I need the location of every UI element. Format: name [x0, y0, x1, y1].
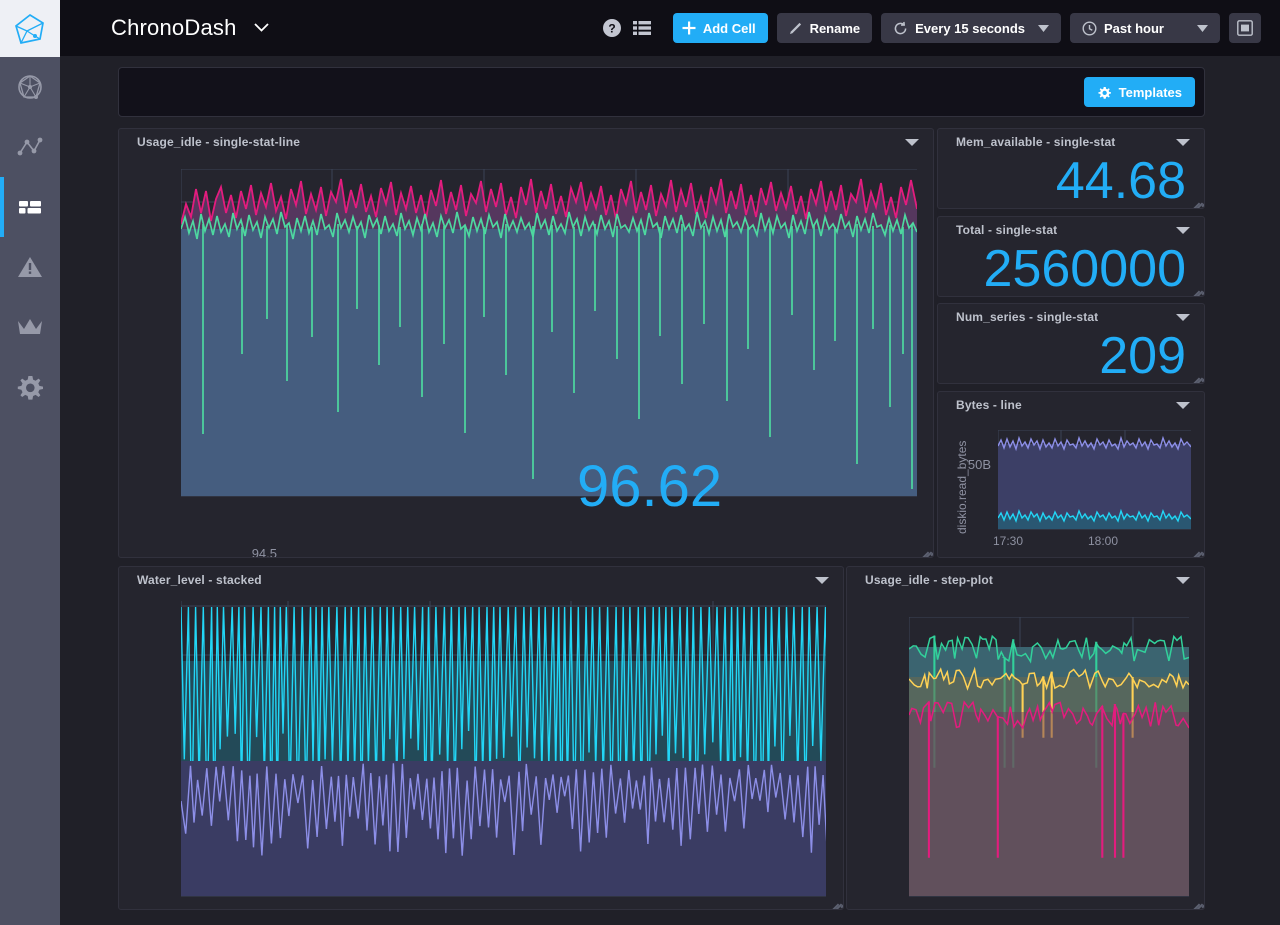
- single-stat-value: 44.68: [1056, 155, 1186, 207]
- template-variables-bar: Templates: [118, 67, 1205, 117]
- cell-resize-handle[interactable]: [1187, 892, 1201, 906]
- cell-resize-handle[interactable]: [916, 540, 930, 554]
- caret-down-icon[interactable]: [1176, 227, 1190, 234]
- app-logo[interactable]: [0, 0, 60, 57]
- x-tick: 18:00: [1068, 534, 1138, 548]
- help-button[interactable]: ?: [597, 13, 627, 43]
- add-cell-label: Add Cell: [703, 21, 756, 36]
- caret-down-icon[interactable]: [1176, 314, 1190, 321]
- chevron-down-icon: [1038, 25, 1049, 32]
- cell-title: Usage_idle - single-stat-line: [137, 135, 300, 149]
- refresh-rate-dropdown[interactable]: Every 15 seconds: [881, 13, 1061, 43]
- chart-usage-idle-step-plot: [909, 617, 1189, 907]
- cell-resize-handle[interactable]: [1187, 191, 1201, 205]
- cell-resize-handle[interactable]: [1187, 279, 1201, 293]
- gear-icon: [1097, 85, 1112, 100]
- cell-usage-idle-step-plot[interactable]: Usage_idle - step-plot 98 96 94 92 17:30…: [846, 566, 1205, 910]
- toolbar: ? Add Cell: [597, 13, 1280, 43]
- templates-button[interactable]: Templates: [1084, 77, 1195, 107]
- templates-label: Templates: [1119, 85, 1182, 100]
- expand-frame-icon: [1237, 20, 1253, 36]
- single-stat-value: 2560000: [984, 243, 1186, 295]
- caret-down-icon[interactable]: [905, 139, 919, 146]
- sidebar-item-data-explorer[interactable]: [0, 117, 60, 177]
- cell-header: Water_level - stacked: [119, 567, 843, 595]
- dashboard-app: ChronoDash ?: [0, 0, 1280, 925]
- plus-icon: [682, 21, 696, 35]
- cell-title: Num_series - single-stat: [956, 310, 1098, 324]
- line-graph-icon: [15, 132, 45, 162]
- gear-icon: [15, 372, 45, 402]
- y-axis-label: diskio.read_bytes: [955, 441, 969, 534]
- sidebar-item-alerting[interactable]: [0, 237, 60, 297]
- add-cell-button[interactable]: Add Cell: [673, 13, 768, 43]
- svg-text:?: ?: [608, 22, 615, 36]
- cell-header: Usage_idle - step-plot: [847, 567, 1204, 595]
- page-title[interactable]: ChronoDash: [111, 15, 269, 41]
- chart-usage-idle-single-stat-line: [181, 169, 917, 558]
- x-tick: 17:30: [973, 534, 1043, 548]
- time-range-dropdown[interactable]: Past hour: [1070, 13, 1220, 43]
- rename-label: Rename: [810, 21, 861, 36]
- cell-usage-idle-single-stat-line[interactable]: Usage_idle - single-stat-line 98 97.5 97…: [118, 128, 934, 558]
- cell-resize-handle[interactable]: [826, 892, 840, 906]
- cell-bytes-line[interactable]: Bytes - line diskio.read_bytes 50B 17:30…: [937, 391, 1205, 558]
- left-sidebar: [0, 0, 60, 925]
- clock-icon: [1082, 21, 1097, 36]
- y-tick: 50B: [943, 457, 991, 472]
- sidebar-item-host-list[interactable]: [0, 57, 60, 117]
- notes-list-icon: [633, 20, 651, 36]
- cell-title: Mem_available - single-stat: [956, 135, 1115, 149]
- cell-mem-available-single-stat[interactable]: Mem_available - single-stat 44.68: [937, 128, 1205, 209]
- overlay-single-stat: 96.62: [577, 458, 722, 516]
- caret-down-icon[interactable]: [1176, 402, 1190, 409]
- chevron-down-icon: [1197, 25, 1208, 32]
- sidebar-item-configuration[interactable]: [0, 357, 60, 417]
- dashboard-grid-icon: [16, 193, 44, 221]
- cell-title: Bytes - line: [956, 398, 1022, 412]
- question-circle-icon: ?: [602, 18, 622, 38]
- caret-down-icon[interactable]: [815, 577, 829, 584]
- cell-total-single-stat[interactable]: Total - single-stat 2560000: [937, 216, 1205, 297]
- refresh-rate-label: Every 15 seconds: [915, 21, 1025, 36]
- presentation-mode-button[interactable]: [1229, 13, 1261, 43]
- cell-num-series-single-stat[interactable]: Num_series - single-stat 209: [937, 303, 1205, 384]
- cell-title: Total - single-stat: [956, 223, 1057, 237]
- cell-title: Usage_idle - step-plot: [865, 573, 993, 587]
- single-stat-value: 209: [1099, 330, 1186, 382]
- refresh-loop-icon: [893, 21, 908, 36]
- cell-resize-handle[interactable]: [1187, 540, 1201, 554]
- cell-title: Water_level - stacked: [137, 573, 262, 587]
- time-range-label: Past hour: [1104, 21, 1164, 36]
- network-globe-icon: [15, 72, 45, 102]
- cell-resize-handle[interactable]: [1187, 366, 1201, 380]
- chevron-down-icon[interactable]: [254, 23, 269, 32]
- rename-button[interactable]: Rename: [777, 13, 873, 43]
- dashboard-name: ChronoDash: [111, 15, 237, 40]
- notes-button[interactable]: [627, 13, 657, 43]
- pencil-icon: [789, 21, 803, 35]
- top-navigation-bar: ChronoDash ?: [60, 0, 1280, 56]
- cell-water-level-stacked[interactable]: Water_level - stacked 10 8 6 4 2 0 23 Au…: [118, 566, 844, 910]
- caret-down-icon[interactable]: [1176, 139, 1190, 146]
- chart-bytes-line: [998, 430, 1191, 530]
- crown-icon: [15, 312, 45, 342]
- alert-triangle-icon: [15, 252, 45, 282]
- cell-header: Usage_idle - single-stat-line: [119, 129, 933, 157]
- sidebar-item-dashboards[interactable]: [0, 177, 60, 237]
- chart-water-level-stacked: [181, 601, 826, 907]
- cell-header: Bytes - line: [938, 392, 1204, 420]
- chronograf-logo-icon: [13, 12, 47, 46]
- caret-down-icon[interactable]: [1176, 577, 1190, 584]
- sidebar-item-admin[interactable]: [0, 297, 60, 357]
